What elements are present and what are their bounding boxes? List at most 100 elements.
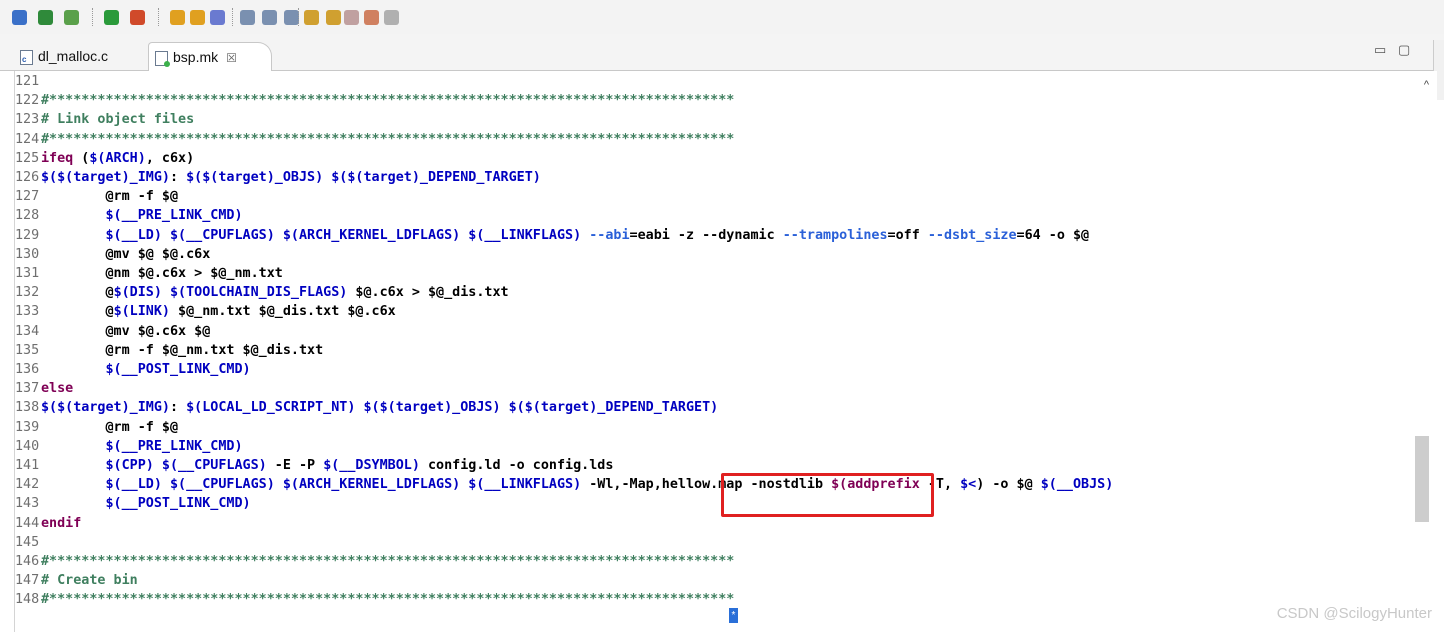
line-number: 121: [15, 74, 40, 89]
code-token: $<: [960, 477, 977, 493]
code-token: :: [170, 400, 187, 416]
code-line[interactable]: 140 $(__PRE_LINK_CMD): [15, 437, 243, 456]
line-number: 126: [15, 170, 40, 185]
code-line[interactable]: 127 @rm -f $@: [15, 187, 178, 206]
next-annotation-icon: [304, 10, 319, 26]
toggle-mark-button[interactable]: [240, 8, 255, 26]
code-token: ifeq: [41, 150, 74, 166]
code-line[interactable]: 128 $(__PRE_LINK_CMD): [15, 206, 243, 225]
show-whitespace-button[interactable]: [284, 8, 299, 26]
open-folder-alt-button[interactable]: [190, 8, 205, 26]
code-token: -E -P: [266, 458, 324, 473]
code-line[interactable]: 133 @$(LINK) $@_nm.txt $@_dis.txt $@.c6x: [15, 302, 396, 321]
open-folder-icon: [170, 10, 185, 26]
tab-close-button[interactable]: ☒: [226, 51, 237, 65]
back-icon: [364, 10, 379, 26]
code-line[interactable]: 135 @rm -f $@_nm.txt $@_dis.txt: [15, 341, 323, 360]
code-editor[interactable]: 121 122 #*********************************…: [14, 71, 1437, 632]
code-line[interactable]: 125 ifeq ($(ARCH), c6x): [15, 149, 194, 168]
back-button[interactable]: [364, 8, 379, 26]
line-number: 140: [15, 438, 40, 454]
code-line[interactable]: 132 @$(DIS) $(TOOLCHAIN_DIS_FLAGS) $@.c6…: [15, 283, 509, 302]
code-line[interactable]: 134 @mv $@.c6x $@: [15, 322, 210, 341]
code-line[interactable]: 138 $($(target)_IMG): $(LOCAL_LD_SCRIPT_N…: [15, 398, 718, 417]
tab-label: dl_malloc.c: [38, 48, 109, 64]
code-token: $(LOCAL_LD_SCRIPT_NT) $($(target)_OBJS) …: [186, 400, 719, 416]
code-token: $(__POST_LINK_CMD): [105, 496, 251, 512]
code-token: #***************************************…: [41, 131, 735, 147]
pen-button[interactable]: [210, 8, 225, 26]
code-token: $(DIS) $(TOOLCHAIN_DIS_FLAGS): [113, 285, 348, 301]
code-line[interactable]: 143 $(__POST_LINK_CMD): [15, 494, 251, 513]
run-config-button[interactable]: [38, 8, 53, 26]
code-token: @nm $@.c6x > $@_nm.txt: [41, 266, 283, 281]
new-file-button[interactable]: [12, 8, 27, 26]
code-token: $($(target)_OBJS) $($(target)_DEPEND_TAR…: [186, 170, 541, 185]
code-line[interactable]: 129 $(__LD) $(__CPUFLAGS) $(ARCH_KERNEL_…: [15, 226, 1089, 245]
code-token: --trampolines: [782, 227, 888, 243]
external-tools-icon: [130, 10, 145, 26]
tab-label: bsp.mk: [173, 49, 219, 65]
line-number: 146: [15, 554, 40, 569]
external-tools-button[interactable]: [130, 8, 145, 26]
scroll-up-arrow-icon[interactable]: ^: [1424, 79, 1429, 91]
code-line[interactable]: 122 #************************************…: [15, 91, 734, 110]
debug-icon: [64, 10, 79, 26]
code-line[interactable]: 147 # Create bin: [15, 571, 138, 590]
toggle-block-button[interactable]: [262, 8, 277, 26]
code-line[interactable]: 121: [15, 72, 41, 91]
tab-dl-malloc[interactable]: c dl_malloc.c: [14, 42, 116, 70]
forward-button[interactable]: [384, 8, 399, 26]
run-config-icon: [38, 10, 53, 26]
debug-button[interactable]: [64, 8, 79, 26]
next-annotation-button[interactable]: [304, 8, 319, 26]
code-token: else: [41, 381, 74, 397]
code-line[interactable]: 136 $(__POST_LINK_CMD): [15, 360, 251, 379]
toggle-mark-icon: [240, 10, 255, 26]
maximize-button[interactable]: ▢: [1398, 42, 1410, 58]
code-token: @mv $@ $@.c6x: [41, 246, 211, 262]
text-cursor: *: [729, 608, 738, 623]
code-line[interactable]: 124 #************************************…: [15, 130, 734, 149]
last-edit-button[interactable]: [344, 8, 359, 26]
code-line[interactable]: 142 $(__LD) $(__CPUFLAGS) $(ARCH_KERNEL_…: [15, 475, 1113, 494]
code-token: @rm -f $@: [41, 189, 179, 205]
code-line[interactable]: 146 #************************************…: [15, 552, 734, 571]
minimize-button[interactable]: ▭: [1374, 42, 1386, 58]
code-line[interactable]: 148 #************************************…: [15, 590, 734, 609]
code-line[interactable]: 137 else: [15, 379, 73, 398]
code-line[interactable]: 126 $($(target)_IMG): $($(target)_OBJS) $…: [15, 168, 541, 187]
code-token: $(__DSYMBOL): [323, 458, 420, 473]
run-button[interactable]: [104, 8, 119, 26]
line-number: 131: [15, 266, 40, 281]
open-folder-button[interactable]: [170, 8, 185, 26]
line-number: 124: [15, 131, 40, 147]
prev-annotation-button[interactable]: [326, 8, 341, 26]
code-token: #***************************************…: [41, 554, 735, 569]
toolbar-separator: [232, 8, 234, 26]
code-token: $(__OBJS): [1040, 477, 1114, 493]
vertical-scrollbar[interactable]: ^: [1408, 71, 1437, 632]
code-line[interactable]: 144 endif: [15, 514, 81, 533]
line-number: 145: [15, 534, 40, 550]
code-token: (: [73, 150, 90, 166]
makefile-icon: [155, 50, 170, 67]
code-line[interactable]: 131 @nm $@.c6x > $@_nm.txt: [15, 264, 283, 283]
code-token: $(__LD) $(__CPUFLAGS) $(ARCH_KERNEL_LDFL…: [105, 477, 582, 493]
code-line[interactable]: 123 # Link object files: [15, 110, 194, 129]
line-number: 132: [15, 285, 40, 301]
code-token: $(__PRE_LINK_CMD): [105, 208, 243, 224]
code-line[interactable]: 145: [15, 533, 41, 552]
code-token: --dsbt_size: [927, 227, 1017, 243]
scrollbar-thumb[interactable]: [1415, 436, 1429, 522]
code-line[interactable]: 141 $(CPP) $(__CPUFLAGS) -E -P $(__DSYMB…: [15, 456, 613, 475]
code-line[interactable]: 139 @rm -f $@: [15, 418, 178, 437]
tab-bsp-mk[interactable]: bsp.mk ☒: [148, 42, 272, 71]
code-line[interactable]: 130 @mv $@ $@.c6x: [15, 245, 210, 264]
line-number: 136: [15, 362, 40, 377]
